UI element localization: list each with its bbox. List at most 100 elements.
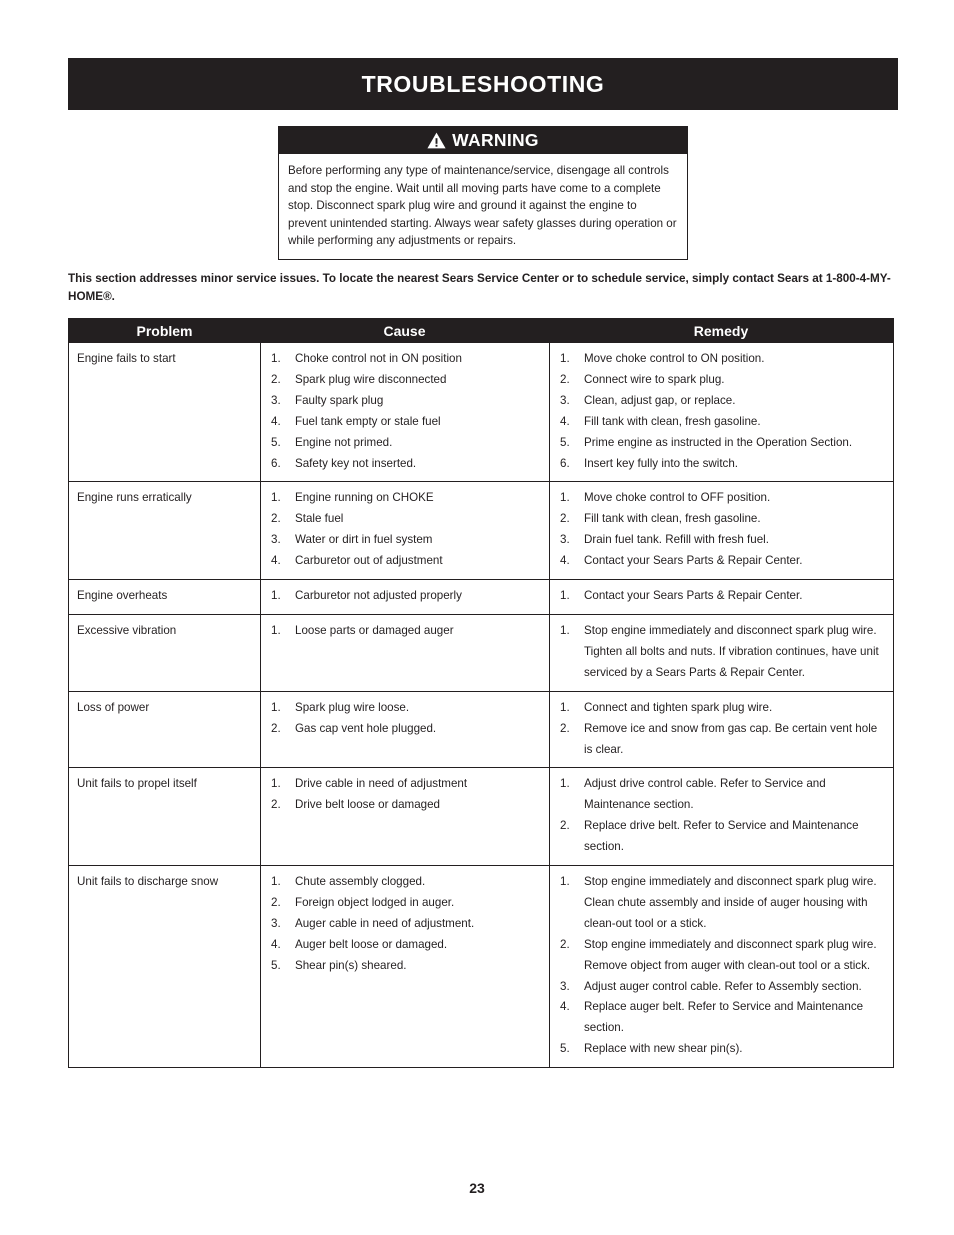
remedy-item: 5. Replace with new shear pin(s). xyxy=(550,1039,887,1060)
list-text: Adjust drive control cable. Refer to Ser… xyxy=(584,777,826,812)
column-header-problem: Problem xyxy=(136,323,193,339)
cell-problem: Engine overheats xyxy=(77,589,168,603)
cause-item: 6. Safety key not inserted. xyxy=(261,454,543,475)
list-text: Engine running on CHOKE xyxy=(295,491,434,505)
list-text: Auger cable in need of adjustment. xyxy=(295,916,475,930)
list-text: Replace auger belt. Refer to Service and… xyxy=(584,1000,864,1035)
cell-remedy-list: 1. Contact your Sears Parts & Repair Cent… xyxy=(550,586,887,607)
warning-triangle-icon xyxy=(427,132,446,149)
list-text: Water or dirt in fuel system xyxy=(295,533,433,547)
list-text: Stop engine immediately and disconnect s… xyxy=(584,623,879,679)
cell-cause-list: 1. Spark plug wire loose. 2. Gas cap vent h… xyxy=(261,698,543,740)
remedy-item: 1. Move choke control to ON position. xyxy=(550,349,887,370)
intro-text: This section addresses minor service iss… xyxy=(68,272,891,303)
remedy-item: 4. Fill tank with clean, fresh gasoline. xyxy=(550,412,887,433)
list-number: 1. xyxy=(271,875,281,889)
cell-remedy-list: 1. Move choke control to OFF position. 2. F… xyxy=(550,488,887,572)
list-number: 1. xyxy=(271,700,281,714)
cell-problem: Engine runs erratically xyxy=(77,491,192,505)
remedy-item: 1. Stop engine immediately and disconnect… xyxy=(550,872,887,935)
list-number: 4. xyxy=(560,554,570,568)
list-number: 4. xyxy=(271,554,281,568)
list-text: Faulty spark plug xyxy=(295,393,384,407)
list-text: Spark plug wire loose. xyxy=(295,700,410,714)
cause-item: 1. Engine running on CHOKE xyxy=(261,488,543,509)
list-number: 3. xyxy=(560,979,570,993)
remedy-item: 2. Remove ice and snow from gas cap. Be c… xyxy=(550,719,887,761)
cause-item: 2. Drive belt loose or damaged xyxy=(261,795,543,816)
list-number: 2. xyxy=(560,512,570,526)
list-number: 1. xyxy=(271,777,281,791)
list-number: 6. xyxy=(271,456,281,470)
cell-cause: 1. Engine running on CHOKE 2. Stale fuel 3. W… xyxy=(260,482,549,580)
list-text: Spark plug wire disconnected xyxy=(295,372,447,386)
list-number: 2. xyxy=(560,721,570,735)
cause-item: 1. Spark plug wire loose. xyxy=(261,698,543,719)
list-text: Stale fuel xyxy=(295,512,344,526)
list-text: Carburetor out of adjustment xyxy=(295,554,443,568)
cause-item: 3. Faulty spark plug xyxy=(261,391,543,412)
cell-cause-list: 1. Drive cable in need of adjustment 2. Dri… xyxy=(261,774,543,816)
remedy-item: 1. Adjust drive control cable. Refer to S… xyxy=(550,774,887,816)
table-row: Engine fails to start 1. Choke control not… xyxy=(69,343,893,482)
list-number: 2. xyxy=(271,895,281,909)
table-row: Engine runs erratically 1. Engine running … xyxy=(69,481,893,580)
cell-remedy: 1. Adjust drive control cable. Refer to S… xyxy=(549,768,893,866)
list-number: 4. xyxy=(560,1000,570,1014)
list-text: Auger belt loose or damaged. xyxy=(295,937,448,951)
cause-item: 1. Carburetor not adjusted properly xyxy=(261,586,543,607)
list-number: 5. xyxy=(560,1042,570,1056)
cell-problem: Excessive vibration xyxy=(77,623,177,637)
cell-remedy-list: 1. Connect and tighten spark plug wire. 2.… xyxy=(550,698,887,761)
cell-problem: Unit fails to discharge snow xyxy=(77,875,219,889)
list-number: 1. xyxy=(560,491,570,505)
cause-item: 4. Auger belt loose or damaged. xyxy=(261,935,543,956)
remedy-item: 2. Connect wire to spark plug. xyxy=(550,370,887,391)
list-number: 2. xyxy=(560,937,570,951)
list-text: Stop engine immediately and disconnect s… xyxy=(584,875,877,930)
list-text: Replace drive belt. Refer to Service and… xyxy=(584,819,859,854)
list-number: 1. xyxy=(271,491,281,505)
list-number: 2. xyxy=(271,798,281,812)
remedy-item: 1. Connect and tighten spark plug wire. xyxy=(550,698,887,719)
cell-cause-list: 1. Chute assembly clogged. 2. Foreign objec… xyxy=(261,872,543,977)
remedy-item: 1. Move choke control to OFF position. xyxy=(550,488,887,509)
list-text: Safety key not inserted. xyxy=(295,456,417,470)
document-page: TROUBLESHOOTING WARNING Before performin… xyxy=(0,0,954,1235)
list-text: Drive cable in need of adjustment xyxy=(295,777,468,791)
list-number: 1. xyxy=(560,623,570,637)
column-header-remedy: Remedy xyxy=(693,323,749,339)
list-number: 3. xyxy=(560,533,570,547)
list-number: 1. xyxy=(271,623,281,637)
list-number: 5. xyxy=(560,435,570,449)
warning-text: Before performing any type of maintenanc… xyxy=(288,164,677,248)
cause-item: 2. Spark plug wire disconnected xyxy=(261,370,543,391)
list-number: 3. xyxy=(271,916,281,930)
remedy-item: 3. Drain fuel tank. Refill with fresh fue… xyxy=(550,530,887,551)
list-text: Fill tank with clean, fresh gasoline. xyxy=(584,414,761,428)
table-row: Loss of power 1. Spark plug wire loose. 2. G… xyxy=(69,690,893,768)
list-number: 2. xyxy=(271,512,281,526)
list-number: 5. xyxy=(271,435,281,449)
cell-cause-list: 1. Choke control not in ON position 2. Spar… xyxy=(261,349,543,474)
cause-item: 3. Auger cable in need of adjustment. xyxy=(261,914,543,935)
cell-problem: Loss of power xyxy=(77,700,150,714)
troubleshooting-table: Problem Cause Remedy Engine fails to sta… xyxy=(68,318,894,1069)
cell-problem: Engine fails to start xyxy=(77,352,176,365)
list-number: 4. xyxy=(271,414,281,428)
list-text: Contact your Sears Parts & Repair Center… xyxy=(584,554,803,568)
list-number: 1. xyxy=(271,589,281,603)
list-text: Move choke control to ON position. xyxy=(584,352,765,365)
cause-item: 4. Fuel tank empty or stale fuel xyxy=(261,412,543,433)
list-text: Engine not primed. xyxy=(295,435,393,449)
cause-item: 1. Loose parts or damaged auger xyxy=(261,621,543,642)
list-text: Clean, adjust gap, or replace. xyxy=(584,393,736,407)
cell-cause: 1. Spark plug wire loose. 2. Gas cap vent h… xyxy=(260,691,549,768)
warning-body: Before performing any type of maintenanc… xyxy=(279,154,687,259)
page-title: TROUBLESHOOTING xyxy=(361,70,605,97)
cell-cause: 1. Drive cable in need of adjustment 2. Dri… xyxy=(260,768,549,866)
list-number: 5. xyxy=(271,958,281,972)
list-text: Connect wire to spark plug. xyxy=(584,372,725,386)
list-text: Carburetor not adjusted properly xyxy=(295,589,462,603)
warning-box: WARNING Before performing any type of ma… xyxy=(278,126,688,260)
